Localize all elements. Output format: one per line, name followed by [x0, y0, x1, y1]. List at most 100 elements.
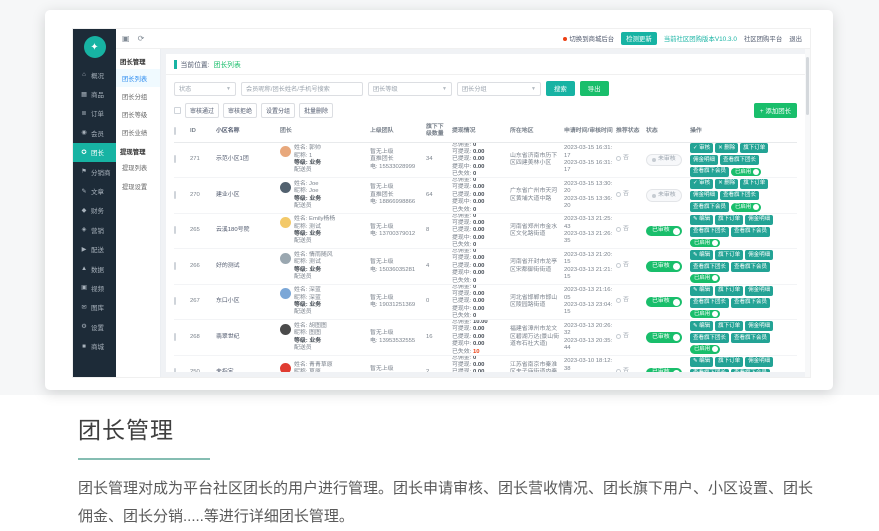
op-button[interactable]: 查看旗下会员 [690, 202, 729, 212]
op-button[interactable]: ✕ 删除 [715, 179, 738, 189]
row-checkbox[interactable] [174, 333, 176, 341]
op-button[interactable]: ✎ 编辑 [690, 321, 713, 331]
op-button[interactable]: 查看旗下团长 [690, 333, 729, 343]
op-button[interactable]: 查看旗下会员 [731, 369, 770, 372]
submenu-item[interactable]: 团长业绩 [116, 124, 160, 142]
refresh-icon[interactable]: ⟳ [138, 34, 145, 43]
op-button[interactable]: 查看旗下会员 [731, 262, 770, 272]
sidebar-item-articles[interactable]: ✎文章 [73, 181, 116, 200]
logout-link[interactable]: 退出 [789, 34, 802, 43]
submenu-item[interactable]: 提现设置 [116, 177, 160, 195]
sidebar-item-mall[interactable]: ■商城 [73, 336, 116, 355]
op-button[interactable]: ✕ 删除 [715, 143, 738, 153]
collapse-menu-icon[interactable]: ▣ [122, 34, 130, 43]
op-button[interactable]: 旗下订单 [740, 143, 768, 153]
op-button[interactable]: 查看旗下团长 [690, 369, 729, 372]
op-button[interactable]: 旗下订单 [715, 215, 743, 225]
recommend-badge[interactable]: 否 [616, 333, 629, 340]
search-input[interactable]: 会员昵称/团长姓名/手机号搜索 [241, 82, 363, 96]
row-checkbox[interactable] [174, 155, 176, 163]
header-checkbox[interactable] [174, 127, 176, 135]
op-button[interactable]: 查看旗下会员 [731, 227, 770, 237]
enable-toggle[interactable]: 已启用 [731, 168, 761, 177]
op-button[interactable]: 佣金明细 [690, 191, 718, 201]
sidebar-item-members[interactable]: ◉会员 [73, 123, 116, 142]
status-toggle[interactable]: 已审核 [646, 226, 682, 236]
submenu-item[interactable]: 提现列表 [116, 159, 160, 177]
avatar[interactable]: ✦ [84, 36, 106, 58]
op-button[interactable]: ✎ 编辑 [690, 250, 713, 260]
sidebar-item-media[interactable]: ✉图库 [73, 298, 116, 317]
sidebar-item-video[interactable]: ▣视频 [73, 278, 116, 297]
op-button[interactable]: ✎ 编辑 [690, 357, 713, 367]
row-checkbox[interactable] [174, 191, 176, 199]
check-update-button[interactable]: 检测更新 [621, 32, 657, 45]
op-button[interactable]: 佣金明细 [745, 286, 773, 296]
recommend-badge[interactable]: 否 [616, 155, 629, 162]
op-button[interactable]: 旗下订单 [715, 357, 743, 367]
level-select[interactable]: 团长等级▼ [368, 82, 452, 96]
sidebar-item-leaders[interactable]: ✪团长 [73, 143, 116, 162]
op-button[interactable]: ✎ 编辑 [690, 286, 713, 296]
op-button[interactable]: 旗下订单 [740, 179, 768, 189]
op-button[interactable]: 查看旗下团长 [690, 262, 729, 272]
row-checkbox[interactable] [174, 226, 176, 234]
op-button[interactable]: 佣金明细 [745, 321, 773, 331]
recommend-badge[interactable]: 否 [616, 368, 629, 372]
status-toggle[interactable]: 已审核 [646, 332, 682, 342]
platform-link[interactable]: 社区团购平台 [744, 34, 782, 43]
select-all-checkbox[interactable] [174, 107, 181, 114]
sidebar-item-settings[interactable]: ⚙设置 [73, 317, 116, 336]
op-button[interactable]: 佣金明细 [745, 250, 773, 260]
enable-toggle[interactable]: 已启用 [690, 345, 720, 354]
batch-button[interactable]: 审核拒绝 [223, 103, 257, 118]
scrollbar[interactable] [805, 49, 810, 377]
op-button[interactable]: 查看旗下团长 [720, 155, 759, 165]
sidebar-item-orders[interactable]: ≣订单 [73, 104, 116, 123]
switch-backend-link[interactable]: 切换到商城后台 [563, 34, 614, 43]
op-button[interactable]: 查看旗下会员 [690, 167, 729, 177]
status-toggle[interactable]: 已审核 [646, 261, 682, 271]
export-button[interactable]: 导出 [580, 81, 609, 96]
sidebar-item-finance[interactable]: ◆财务 [73, 201, 116, 220]
enable-toggle[interactable]: 已启用 [690, 239, 720, 248]
op-button[interactable]: 查看旗下会员 [731, 298, 770, 308]
sidebar-item-distributors[interactable]: ⚑分销商 [73, 162, 116, 181]
op-button[interactable]: 旗下订单 [715, 321, 743, 331]
sidebar-item-data[interactable]: ▲数据 [73, 259, 116, 278]
batch-button[interactable]: 批量删除 [299, 103, 333, 118]
row-checkbox[interactable] [174, 262, 176, 270]
recommend-badge[interactable]: 否 [616, 297, 629, 304]
recommend-badge[interactable]: 否 [616, 191, 629, 198]
batch-button[interactable]: 设置分组 [261, 103, 295, 118]
search-button[interactable]: 搜索 [546, 81, 575, 96]
scrollbar-thumb[interactable] [806, 57, 809, 115]
op-button[interactable]: ✓ 审核 [690, 179, 713, 189]
op-button[interactable]: 查看旗下团长 [690, 227, 729, 237]
status-select[interactable]: 状态▼ [174, 82, 236, 96]
enable-toggle[interactable]: 已启用 [731, 203, 761, 212]
op-button[interactable]: 佣金明细 [690, 155, 718, 165]
op-button[interactable]: ✓ 审核 [690, 143, 713, 153]
op-button[interactable]: 查看旗下团长 [720, 191, 759, 201]
sidebar-item-delivery[interactable]: ▶配送 [73, 240, 116, 259]
enable-toggle[interactable]: 已启用 [690, 310, 720, 319]
add-leader-button[interactable]: + 添加团长 [754, 103, 797, 118]
row-checkbox[interactable] [174, 297, 176, 305]
op-button[interactable]: 查看旗下团长 [690, 298, 729, 308]
recommend-badge[interactable]: 否 [616, 262, 629, 269]
status-toggle[interactable]: 已审核 [646, 368, 682, 372]
status-toggle[interactable]: 已审核 [646, 297, 682, 307]
op-button[interactable]: 佣金明细 [745, 215, 773, 225]
submenu-item[interactable]: 团长等级 [116, 105, 160, 123]
op-button[interactable]: 查看旗下会员 [731, 333, 770, 343]
recommend-badge[interactable]: 否 [616, 226, 629, 233]
op-button[interactable]: 旗下订单 [715, 286, 743, 296]
op-button[interactable]: 旗下订单 [715, 250, 743, 260]
row-checkbox[interactable] [174, 368, 176, 372]
op-button[interactable]: 佣金明细 [745, 357, 773, 367]
op-button[interactable]: ✎ 编辑 [690, 215, 713, 225]
breadcrumb-current[interactable]: 团长列表 [214, 59, 241, 69]
group-select[interactable]: 团长分组▼ [457, 82, 541, 96]
sidebar-item-marketing[interactable]: ◈营销 [73, 220, 116, 239]
